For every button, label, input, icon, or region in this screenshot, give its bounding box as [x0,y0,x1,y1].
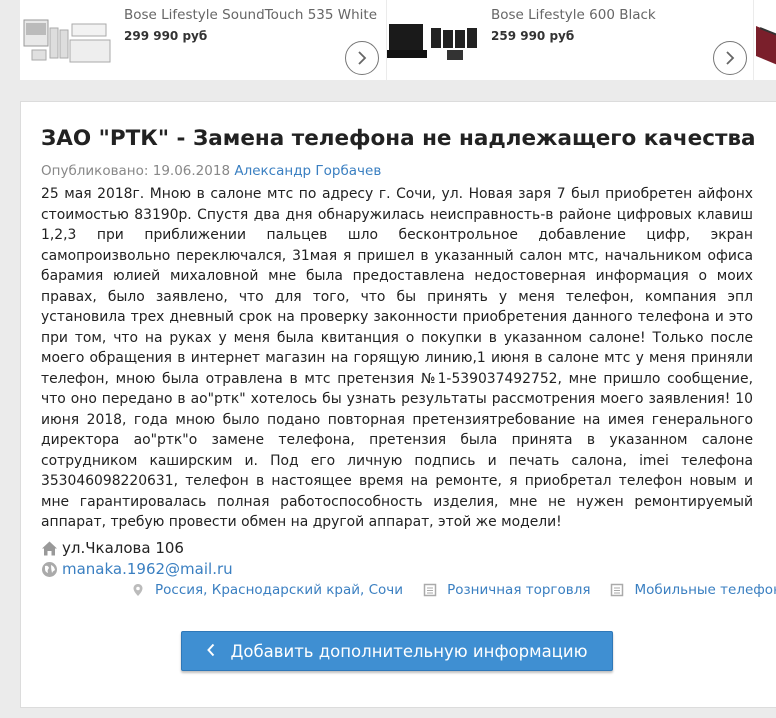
tags-row: Россия, Краснодарский край, Сочи Розничн… [131,582,776,598]
product-image [756,26,776,65]
address-row: ул.Чкалова 106 [41,539,184,557]
chevron-right-icon [358,51,367,65]
published-date: Опубликовано: 19.06.2018 [41,163,231,179]
category-group: Розничная торговля [423,582,590,598]
product-name[interactable]: Bose Lifestyle 600 Black [491,7,656,23]
email-row: manaka.1962@mail.ru [41,560,233,578]
product-carousel: Bose Lifestyle SoundTouch 535 White 299 … [0,0,776,95]
email-link[interactable]: manaka.1962@mail.ru [62,560,233,578]
product-price: 259 990 руб [491,29,575,43]
add-info-button[interactable]: Добавить дополнительную информацию [181,631,613,671]
article-body: 25 мая 2018г. Мною в салоне мтс по адрес… [41,186,753,530]
product-card[interactable] [754,0,776,80]
article-meta: Опубликовано: 19.06.2018 Александр Горба… [41,163,381,179]
product-card[interactable]: Bose Lifestyle 600 Black 259 990 руб [387,0,753,80]
category-link-retail[interactable]: Розничная торговля [447,582,590,598]
product-image [387,24,477,60]
carousel-next-button[interactable] [713,41,747,75]
product-image [23,19,111,63]
address-text: ул.Чкалова 106 [62,539,184,557]
document-icon [610,583,624,597]
carousel-next-button[interactable] [345,41,379,75]
add-info-label: Добавить дополнительную информацию [230,641,588,661]
chevron-right-icon [726,51,735,65]
category-group: Мобильные телефоны [610,582,776,598]
city-link[interactable]: Сочи [369,582,403,598]
home-icon [41,540,58,557]
article-title: ЗАО "РТК" - Замена телефона не надлежаще… [41,126,756,151]
article-card: ЗАО "РТК" - Замена телефона не надлежаще… [20,101,776,708]
map-pin-icon [131,583,145,597]
chevron-left-icon [206,642,216,661]
category-link-mobile[interactable]: Мобильные телефоны [634,582,776,598]
product-name[interactable]: Bose Lifestyle SoundTouch 535 White [124,7,377,23]
product-price: 299 990 руб [124,29,208,43]
author-link[interactable]: Александр Горбачев [234,163,381,179]
product-card[interactable]: Bose Lifestyle SoundTouch 535 White 299 … [20,0,386,80]
region-link[interactable]: Краснодарский край [212,582,360,598]
document-icon [423,583,437,597]
globe-icon [41,561,58,578]
country-link[interactable]: Россия [155,582,203,598]
location-group: Россия, Краснодарский край, Сочи [131,582,403,598]
